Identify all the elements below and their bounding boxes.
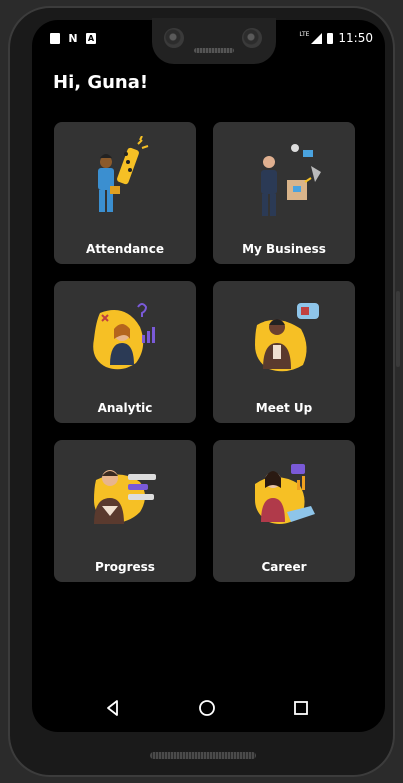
tile-meet-up[interactable]: Meet Up bbox=[213, 281, 355, 423]
tile-label: Meet Up bbox=[255, 401, 313, 415]
menu-grid: Attendance My Business Analytic Meet Up … bbox=[54, 122, 355, 582]
navigation-bar bbox=[32, 688, 385, 728]
home-icon[interactable] bbox=[196, 697, 218, 719]
side-button bbox=[396, 291, 400, 367]
tile-label: My Business bbox=[242, 242, 326, 256]
progress-illustration-icon bbox=[94, 470, 156, 524]
back-icon[interactable] bbox=[102, 697, 124, 719]
tile-label: Attendance bbox=[86, 242, 164, 256]
signal-icon bbox=[311, 32, 323, 44]
clock: 11:50 bbox=[338, 31, 373, 45]
battery-icon bbox=[327, 32, 334, 44]
screen: N A LTE 11:50 Hi, Guna! Attendance My Bu… bbox=[32, 20, 385, 732]
a-notification-icon: A bbox=[86, 33, 96, 44]
meet-up-illustration-icon bbox=[255, 303, 319, 372]
bottom-speaker bbox=[150, 752, 256, 759]
phone-frame: N A LTE 11:50 Hi, Guna! Attendance My Bu… bbox=[8, 6, 400, 777]
sd-card-icon bbox=[50, 33, 60, 44]
tile-label: Progress bbox=[95, 560, 155, 574]
front-camera-icon bbox=[242, 28, 262, 48]
tile-label: Career bbox=[261, 560, 307, 574]
tile-career[interactable]: Career bbox=[213, 440, 355, 582]
tile-my-business[interactable]: My Business bbox=[213, 122, 355, 264]
attendance-illustration-icon bbox=[98, 136, 149, 212]
earpiece-speaker bbox=[194, 48, 234, 53]
n-notification-icon: N bbox=[68, 32, 78, 45]
analytic-illustration-icon bbox=[93, 303, 155, 370]
tile-attendance[interactable]: Attendance bbox=[54, 122, 196, 264]
my-business-illustration-icon bbox=[261, 144, 321, 216]
tile-analytic[interactable]: Analytic bbox=[54, 281, 196, 423]
network-type: LTE bbox=[299, 30, 310, 38]
camera-notch bbox=[152, 18, 276, 64]
front-camera-icon bbox=[164, 28, 184, 48]
tile-label: Analytic bbox=[97, 401, 153, 415]
recents-icon[interactable] bbox=[290, 697, 312, 719]
greeting-title: Hi, Guna! bbox=[53, 72, 149, 93]
tile-progress[interactable]: Progress bbox=[54, 440, 196, 582]
career-illustration-icon bbox=[255, 464, 315, 524]
